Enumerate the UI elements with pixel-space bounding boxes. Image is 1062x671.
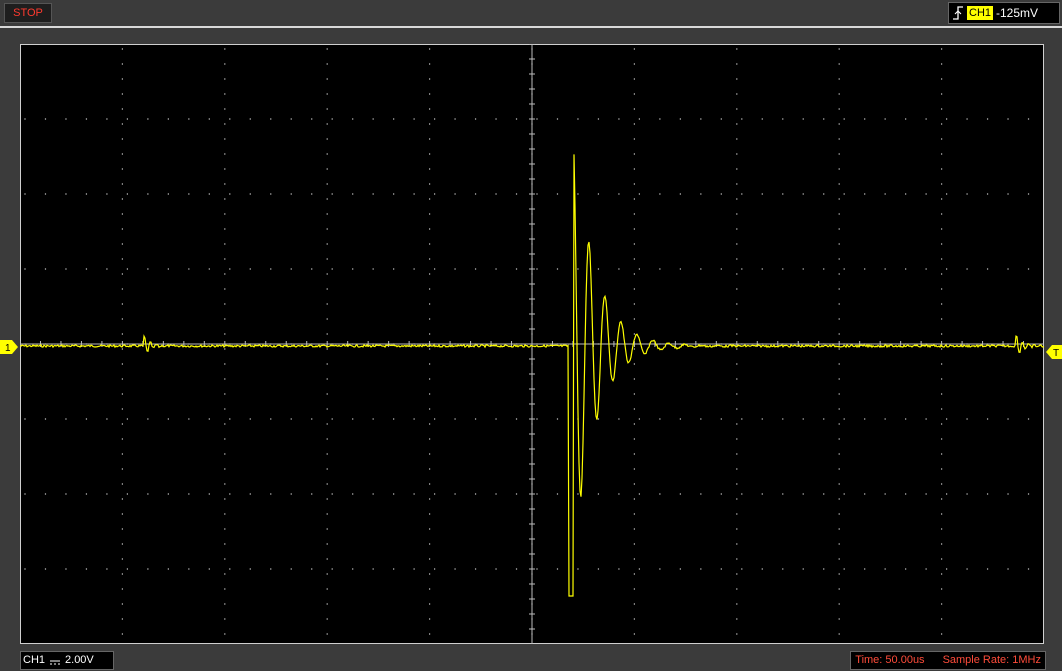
waveform-display[interactable] — [20, 44, 1044, 644]
trigger-level-marker[interactable]: T — [1046, 345, 1062, 359]
ch1-scale-readout[interactable]: CH1 2.00V — [20, 651, 114, 670]
graticule — [20, 44, 1044, 644]
run-state-badge[interactable]: STOP — [4, 3, 52, 23]
trigger-level: -125mV — [996, 6, 1039, 20]
time-per-div: Time: 50.00us — [855, 654, 925, 666]
dc-coupling-icon — [50, 660, 61, 665]
ch1-marker-label: 1 — [5, 343, 11, 354]
ch1-scale-value: 2.00V — [65, 654, 94, 666]
ch1-label: CH1 — [23, 654, 46, 666]
rising-edge-icon — [953, 6, 963, 20]
trigger-source: CH1 — [967, 6, 994, 20]
timebase-readout[interactable]: Time: 50.00us Sample Rate: 1MHz — [850, 651, 1046, 670]
trigger-info[interactable]: CH1 -125mV — [948, 2, 1060, 24]
trigger-marker-label: T — [1053, 348, 1059, 359]
ch1-level-marker[interactable]: 1 — [0, 340, 18, 354]
sample-rate: Sample Rate: 1MHz — [942, 654, 1041, 666]
top-divider — [0, 26, 1062, 28]
